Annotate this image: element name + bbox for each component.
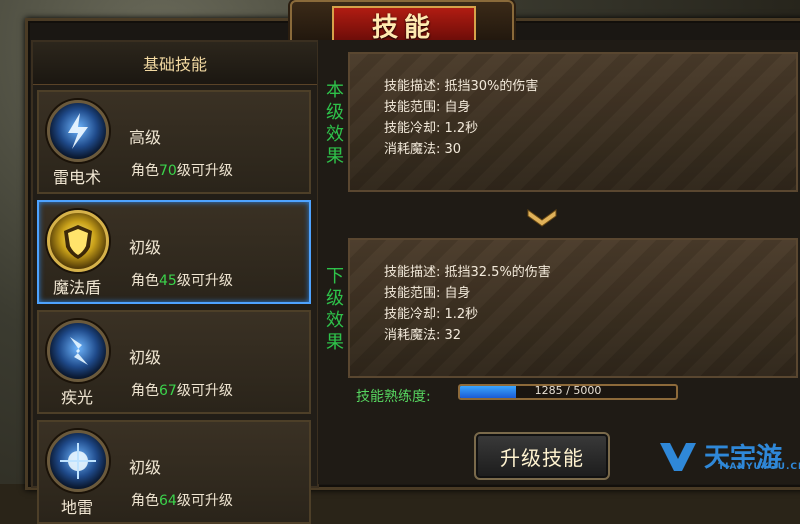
skill-name: 疾光 [60, 388, 93, 407]
upgrade-skill-button[interactable]: 升级技能 [474, 432, 610, 480]
next-level-effect: 下 级 效 果 技能描述: 抵挡32.5%的伤害 技能范围: 自身 技能冷却: … [326, 238, 798, 378]
skill-requirement: 角色67级可升级 [131, 383, 233, 399]
proficiency-label: 技能熟练度: [356, 389, 431, 405]
flash-icon [47, 320, 109, 382]
skill-level: 高级 [129, 128, 162, 147]
skill-card-mine[interactable]: 地雷 初级 角色64级可升级 [37, 420, 311, 524]
skill-requirement: 角色64级可升级 [131, 493, 233, 509]
skill-card-magic-shield[interactable]: 魔法盾 初级 角色45级可升级 [37, 200, 311, 304]
skill-level: 初级 [129, 348, 162, 367]
current-effect-lines: 技能描述: 抵挡30%的伤害 技能范围: 自身 技能冷却: 1.2秒 消耗魔法:… [384, 79, 539, 157]
watermark-url: TIANYUYOU.CN [718, 462, 800, 472]
skill-list-header: 基础技能 [33, 42, 317, 85]
skill-card-thunder[interactable]: 雷电术 高级 角色70级可升级 [37, 90, 311, 194]
logo-icon [660, 443, 696, 471]
skill-level: 初级 [129, 238, 162, 257]
current-level-effect: 本 级 效 果 技能描述: 抵挡30%的伤害 技能范围: 自身 技能冷却: 1.… [326, 52, 798, 192]
skill-name: 雷电术 [52, 168, 101, 187]
shield-icon [47, 210, 109, 272]
next-effect-title: 下 级 效 果 [326, 266, 344, 353]
skill-requirement: 角色45级可升级 [131, 273, 233, 289]
next-effect-lines: 技能描述: 抵挡32.5%的伤害 技能范围: 自身 技能冷却: 1.2秒 消耗魔… [384, 265, 551, 343]
mine-icon [47, 430, 109, 492]
skill-level: 初级 [129, 458, 162, 477]
proficiency-bar: 1285 / 5000 [458, 384, 678, 400]
current-effect-title: 本 级 效 果 [326, 80, 344, 167]
proficiency-value: 1285 / 5000 [534, 384, 602, 397]
skill-requirement: 角色70级可升级 [131, 163, 233, 179]
chevron-down-icon [527, 209, 557, 227]
skill-detail-panel: 本 级 效 果 技能描述: 抵挡30%的伤害 技能范围: 自身 技能冷却: 1.… [318, 40, 800, 484]
skill-name: 地雷 [60, 498, 93, 517]
lightning-icon [47, 100, 109, 162]
skill-name: 魔法盾 [52, 278, 101, 297]
skill-card-swift-light[interactable]: 疾光 初级 角色67级可升级 [37, 310, 311, 414]
skill-list-panel: 基础技能 雷电术 高级 角色70级可升级 魔法盾 初级 角色45级可升级 疾光 … [31, 40, 319, 524]
window-title: 技能 [332, 6, 476, 44]
watermark: 天宇游 TIANYUYOU.CN [654, 433, 800, 481]
